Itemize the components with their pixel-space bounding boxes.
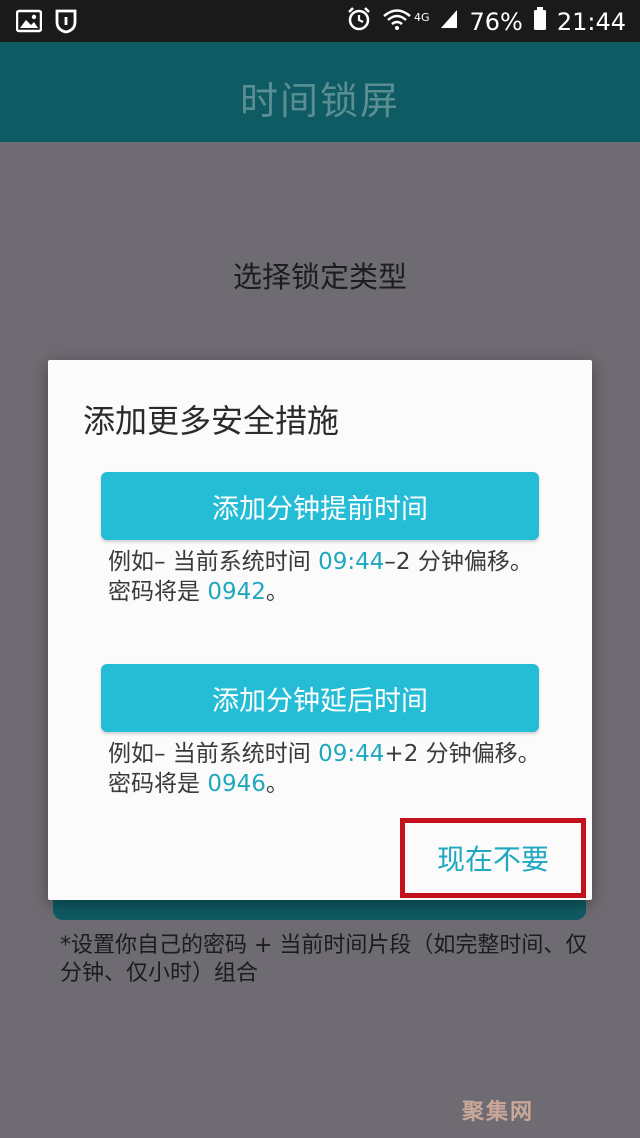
- watermark-logo: 聚集网: [462, 1100, 535, 1125]
- add-minutes-earlier-button[interactable]: 添加分钟提前时间: [101, 472, 539, 540]
- app-bar: 时间锁屏: [0, 42, 640, 142]
- battery-percent: 76%: [469, 8, 523, 36]
- add-minutes-later-button[interactable]: 添加分钟延后时间: [101, 664, 539, 732]
- image-icon: [15, 9, 43, 37]
- example-later-text: 例如– 当前系统时间 09:44+2 分钟偏移。密码将是 0946。: [108, 739, 548, 799]
- not-now-button[interactable]: 现在不要: [400, 818, 586, 898]
- section-title: 选择锁定类型: [232, 260, 407, 294]
- signal-icon: [439, 8, 459, 36]
- battery-icon: [533, 7, 547, 37]
- wifi-icon: [382, 7, 412, 37]
- app-title: 时间锁屏: [239, 79, 400, 123]
- security-dialog: 添加更多安全措施 添加分钟提前时间 例如– 当前系统时间 09:44–2 分钟偏…: [48, 360, 592, 900]
- example-code: 0946: [207, 771, 266, 797]
- alarm-icon: [346, 6, 372, 38]
- example-prefix: 例如– 当前系统时间: [108, 741, 319, 767]
- example-prefix: 例如– 当前系统时间: [108, 549, 319, 575]
- footnote-text: *设置你自己的密码 + 当前时间片段（如完整时间、仅分钟、仅小时）组合: [60, 933, 588, 986]
- clock-time: 21:44: [556, 8, 626, 36]
- example-time: 09:44: [318, 549, 385, 575]
- status-bar: 4G 76% 21:44: [0, 0, 640, 42]
- dialog-title: 添加更多安全措施: [83, 402, 340, 440]
- example-end: 。: [265, 771, 289, 797]
- example-code: 0942: [207, 579, 266, 605]
- shield-icon: [54, 8, 78, 38]
- example-earlier-text: 例如– 当前系统时间 09:44–2 分钟偏移。密码将是 0942。: [108, 547, 548, 607]
- network-type-label: 4G: [413, 10, 430, 24]
- background-lock-button[interactable]: [53, 900, 586, 920]
- example-time: 09:44: [318, 741, 385, 767]
- example-end: 。: [265, 579, 289, 605]
